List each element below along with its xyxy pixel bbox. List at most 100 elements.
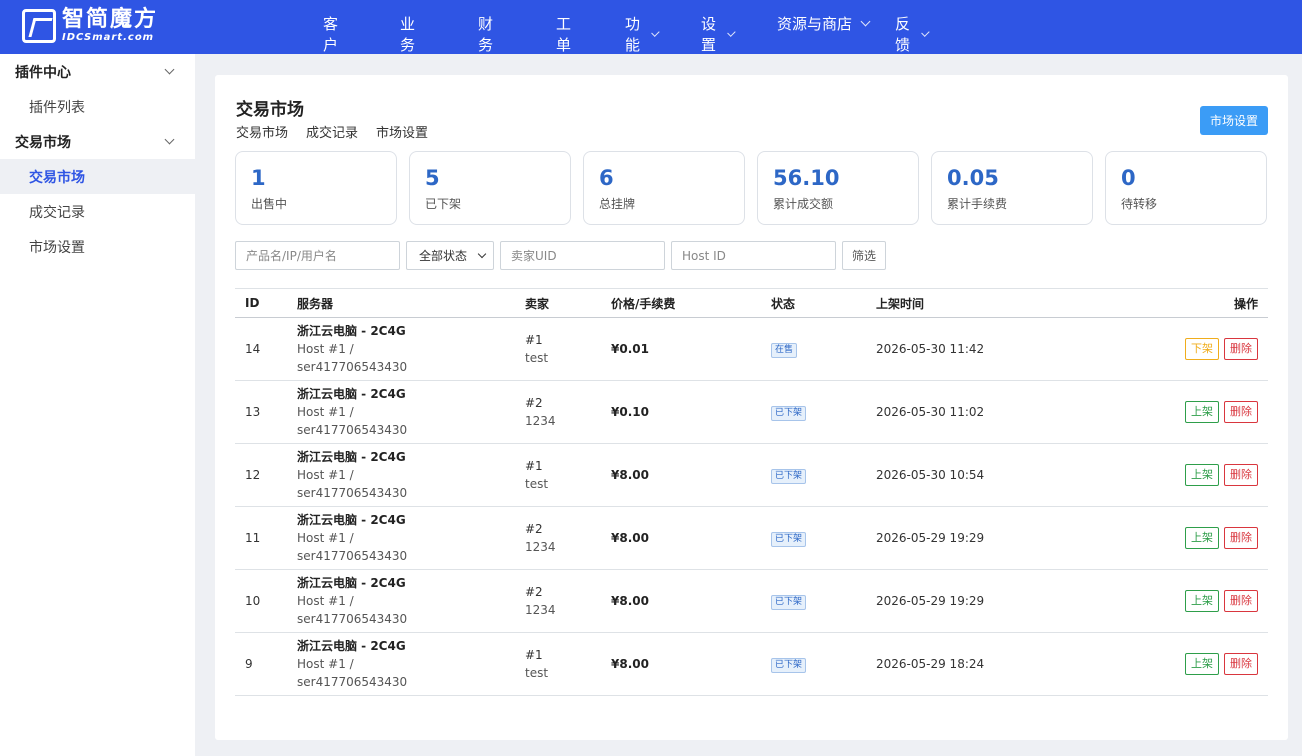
server-code: ser417706543430 <box>297 549 408 563</box>
delete-button[interactable]: 删除 <box>1224 464 1258 486</box>
cell-listed-time: 2026-05-29 18:24 <box>876 632 1106 696</box>
put-up-button[interactable]: 上架 <box>1185 401 1219 423</box>
cell-actions: 上架 删除 <box>1106 506 1268 570</box>
stat-value: 6 <box>599 166 614 190</box>
nav-item-business[interactable]: 业务 <box>400 13 415 55</box>
cell-id: 9 <box>235 632 297 696</box>
nav-label: 反馈 <box>895 15 911 54</box>
cell-id: 10 <box>235 569 297 633</box>
filter-button[interactable]: 筛选 <box>842 241 886 270</box>
stat-label: 总挂牌 <box>599 197 636 211</box>
server-name: 浙江云电脑 - 2C4G <box>297 387 406 401</box>
nav-item-feedback[interactable]: 反馈 <box>895 13 929 55</box>
seller-id: #2 <box>525 522 543 536</box>
price-value: ¥8.00 <box>611 531 649 545</box>
server-code: ser417706543430 <box>297 486 408 500</box>
status-select[interactable]: 全部状态 <box>406 241 494 270</box>
put-up-button[interactable]: 上架 <box>1185 653 1219 675</box>
price-value: ¥0.10 <box>611 405 649 419</box>
nav-label: 设置 <box>701 15 717 54</box>
nav-item-features[interactable]: 功能 <box>625 13 659 55</box>
cell-server: 浙江云电脑 - 2C4G Host #1 / ser417706543430 <box>297 506 525 570</box>
cell-seller: #1 test <box>525 443 611 507</box>
sidebar-item-label: 交易市场 <box>29 169 85 186</box>
sidebar-group-market[interactable]: 交易市场 <box>0 124 195 159</box>
stat-value: 5 <box>425 166 440 190</box>
brand-logo[interactable]: 智简魔方 IDCSmart.com <box>22 6 158 46</box>
delete-button[interactable]: 删除 <box>1224 401 1258 423</box>
cell-status: 已下架 <box>771 632 876 696</box>
cell-listed-time: 2026-05-30 11:42 <box>876 317 1106 381</box>
server-name: 浙江云电脑 - 2C4G <box>297 576 406 590</box>
main-card: 交易市场 交易市场 成交记录 市场设置 市场设置 1 出售中 5 已下架 6 总挂牌 … <box>215 75 1288 740</box>
nav-item-finance[interactable]: 财务 <box>478 13 493 55</box>
host-id-input[interactable]: Host ID <box>671 241 836 270</box>
seller-name: 1234 <box>525 540 556 554</box>
nav-item-settings[interactable]: 设置 <box>701 13 735 55</box>
sidebar-item-plugin-list[interactable]: 插件列表 <box>0 89 195 124</box>
status-select-value: 全部状态 <box>419 249 468 263</box>
chevron-down-icon <box>860 16 871 27</box>
seller-name: test <box>525 477 549 491</box>
status-badge: 已下架 <box>771 405 807 421</box>
put-up-button[interactable]: 上架 <box>1185 527 1219 549</box>
cell-status: 在售 <box>771 317 876 381</box>
server-code: ser417706543430 <box>297 612 408 626</box>
cell-id: 14 <box>235 317 297 381</box>
sidebar-group-plugin-center[interactable]: 插件中心 <box>0 54 195 89</box>
nav-item-tickets[interactable]: 工单 <box>556 13 571 55</box>
cell-price: ¥8.00 <box>611 569 771 633</box>
cell-price: ¥0.10 <box>611 380 771 444</box>
stat-label: 累计手续费 <box>947 197 1008 211</box>
cell-price: ¥8.00 <box>611 506 771 570</box>
server-name: 浙江云电脑 - 2C4G <box>297 513 406 527</box>
keyword-search-input[interactable]: 产品名/IP/用户名 <box>235 241 400 270</box>
sidebar-item-market[interactable]: 交易市场 <box>0 159 195 194</box>
delete-button[interactable]: 删除 <box>1224 590 1258 612</box>
subtab-market[interactable]: 交易市场 <box>236 122 288 141</box>
delete-button[interactable]: 删除 <box>1224 527 1258 549</box>
cell-price: ¥0.01 <box>611 317 771 381</box>
server-name: 浙江云电脑 - 2C4G <box>297 324 406 338</box>
cell-status: 已下架 <box>771 380 876 444</box>
cell-id: 11 <box>235 506 297 570</box>
table-row: 11 浙江云电脑 - 2C4G Host #1 / ser417706543430 #2… <box>235 506 1268 570</box>
column-header-server: 服务器 <box>297 288 525 318</box>
nav-label: 财务 <box>478 15 494 54</box>
server-host: Host #1 / <box>297 531 354 545</box>
sidebar-group-label: 交易市场 <box>15 134 71 151</box>
sidebar-item-market-settings[interactable]: 市场设置 <box>0 229 195 264</box>
sidebar-item-label: 成交记录 <box>29 204 85 221</box>
seller-uid-input[interactable]: 卖家UID <box>500 241 665 270</box>
cell-actions: 上架 删除 <box>1106 569 1268 633</box>
status-badge: 已下架 <box>771 531 807 547</box>
server-code: ser417706543430 <box>297 360 408 374</box>
delete-button[interactable]: 删除 <box>1224 338 1258 360</box>
stat-label: 已下架 <box>425 197 462 211</box>
cell-listed-time: 2026-05-30 10:54 <box>876 443 1106 507</box>
stat-card-delisted: 5 已下架 <box>409 151 571 225</box>
nav-item-resources-store[interactable]: 资源与商店 <box>777 13 871 34</box>
stat-label: 出售中 <box>251 197 288 211</box>
subtab-market-settings[interactable]: 市场设置 <box>376 122 428 141</box>
server-code: ser417706543430 <box>297 423 408 437</box>
nav-item-customers[interactable]: 客户 <box>323 13 338 55</box>
sidebar-item-deal-records[interactable]: 成交记录 <box>0 194 195 229</box>
top-navbar: 智简魔方 IDCSmart.com 客户 业务 财务 工单 功能 设置 资源与商… <box>0 0 1302 54</box>
sidebar-item-label: 插件列表 <box>29 99 85 116</box>
take-down-button[interactable]: 下架 <box>1185 338 1219 360</box>
column-header-id[interactable]: ID <box>235 288 297 318</box>
delete-button[interactable]: 删除 <box>1224 653 1258 675</box>
seller-name: test <box>525 351 549 365</box>
cell-seller: #2 1234 <box>525 569 611 633</box>
stat-label: 待转移 <box>1121 197 1158 211</box>
cell-seller: #1 test <box>525 317 611 381</box>
market-settings-button[interactable]: 市场设置 <box>1200 106 1268 135</box>
sidebar-item-label: 市场设置 <box>29 239 85 256</box>
sidebar-group-label: 插件中心 <box>15 64 71 81</box>
subtab-deal-records[interactable]: 成交记录 <box>306 122 358 141</box>
put-up-button[interactable]: 上架 <box>1185 464 1219 486</box>
status-badge: 已下架 <box>771 468 807 484</box>
put-up-button[interactable]: 上架 <box>1185 590 1219 612</box>
brand-name-en: IDCSmart.com <box>62 32 155 43</box>
